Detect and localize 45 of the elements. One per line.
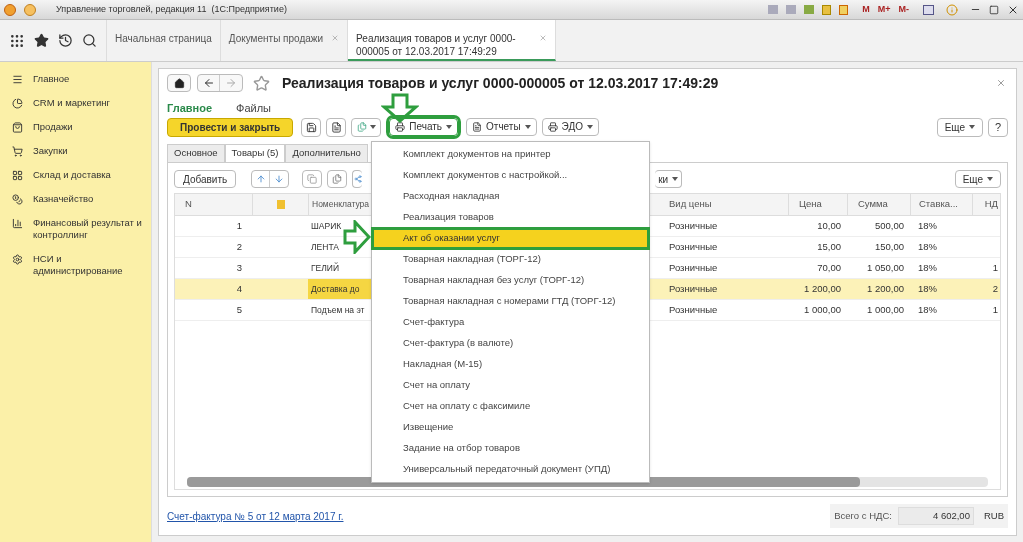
table-cell-text: 18% <box>917 302 938 317</box>
table-cell-text: 3 <box>235 260 243 275</box>
column-header: Номенклатура <box>312 198 370 211</box>
window-title: Управление торговлей, редакция 11 (1С:Предприятие) <box>56 2 287 16</box>
table-cell-text: 1 000,00 <box>803 302 842 317</box>
table-cell-text: Розничные <box>668 302 719 317</box>
table-cell: Подъем на эт <box>311 303 365 317</box>
column-header: НД <box>972 194 1000 215</box>
table-cell-text: 500,00 <box>873 218 905 233</box>
table-cell-text: 18% <box>917 260 938 275</box>
table-cell-text: 4 <box>235 281 243 296</box>
table-cell: 1 <box>992 261 998 273</box>
column-header: N <box>184 197 193 212</box>
column-header: Сумма <box>847 194 910 215</box>
table-cell-text: 2 <box>235 239 243 254</box>
table-cell-text: 1 050,00 <box>866 260 905 275</box>
table-cell-text: 1 <box>235 218 243 233</box>
table-cell-text: Розничные <box>668 260 719 275</box>
table-cell-text: 15,00 <box>816 239 842 254</box>
table-cell-text: Розничные <box>668 281 719 296</box>
total-label: Всего с НДС: <box>834 508 892 523</box>
table-cell-text: 18% <box>917 281 938 296</box>
table-cell: 2 <box>992 282 998 294</box>
table-cell: ГЕЛИЙ <box>311 261 340 275</box>
table-cell-text: Розничные <box>668 218 719 233</box>
column-header: Ставка... <box>910 194 972 215</box>
table-cell: ШАРИК <box>311 219 342 233</box>
table-cell: ЛЕНТА <box>311 240 339 254</box>
table-cell: 1 <box>992 303 998 315</box>
table-cell-text: 18% <box>917 218 938 233</box>
table-cell-text: 18% <box>917 239 938 254</box>
total-field: 4 602,00 <box>897 507 974 525</box>
table-cell-text: 150,00 <box>873 239 905 254</box>
table-cell-text: 5 <box>235 302 243 317</box>
table-cell-text: 10,00 <box>816 218 842 233</box>
table-cell-text: 1 000,00 <box>866 302 905 317</box>
column-header: Вид цены <box>668 197 713 212</box>
table-cell-text: 1 200,00 <box>866 281 905 296</box>
currency-label: RUB <box>983 508 1004 523</box>
table-cell: Доставка до <box>311 282 360 296</box>
table-cell-text: 1 200,00 <box>803 281 842 296</box>
table-cell-text: Розничные <box>668 239 719 254</box>
column-header: Цена <box>788 194 847 215</box>
document-title: Реализация товаров и услуг 0000-000005 от 12.03.2017 17:49:29 <box>282 73 719 93</box>
table-cell-text: 70,00 <box>816 260 842 275</box>
